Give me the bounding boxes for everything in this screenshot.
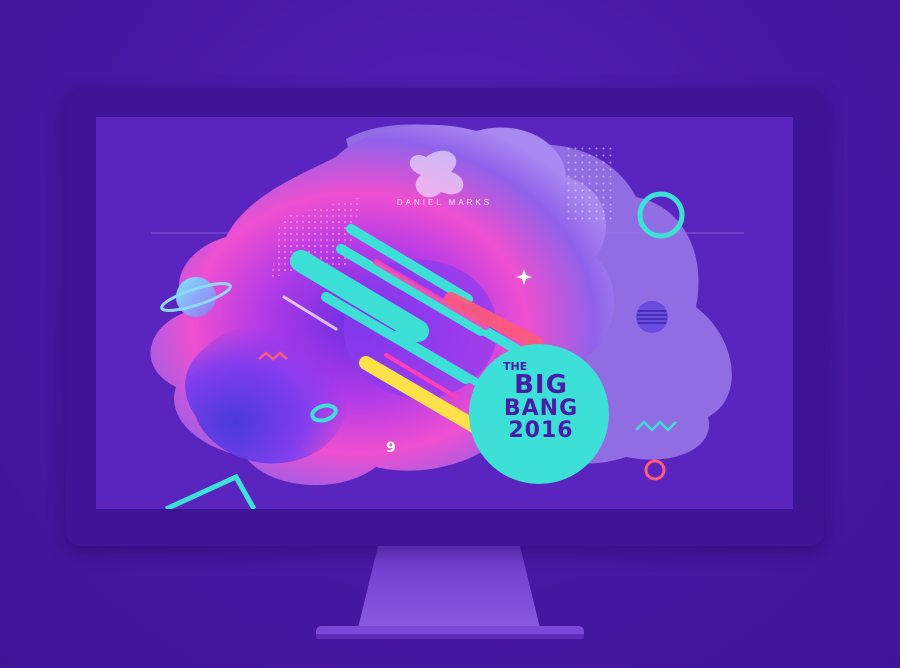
event-title: THE BIG BANG 2016: [491, 361, 591, 442]
triangle-outline-icon: [164, 473, 257, 509]
designer-name: DANIEL MARKS: [396, 198, 493, 207]
nine-glyph-icon: 9: [386, 440, 396, 456]
ring-outline-icon: [644, 459, 666, 481]
event-title-bang: BANG: [503, 396, 579, 421]
monitor-screen: 9 DANIEL MARKS THE BIG BANG 2016: [96, 117, 793, 509]
event-title-big: BIG: [514, 370, 568, 400]
event-title-year: 2016: [508, 418, 574, 443]
big-bang-artwork: 9: [150, 124, 744, 509]
